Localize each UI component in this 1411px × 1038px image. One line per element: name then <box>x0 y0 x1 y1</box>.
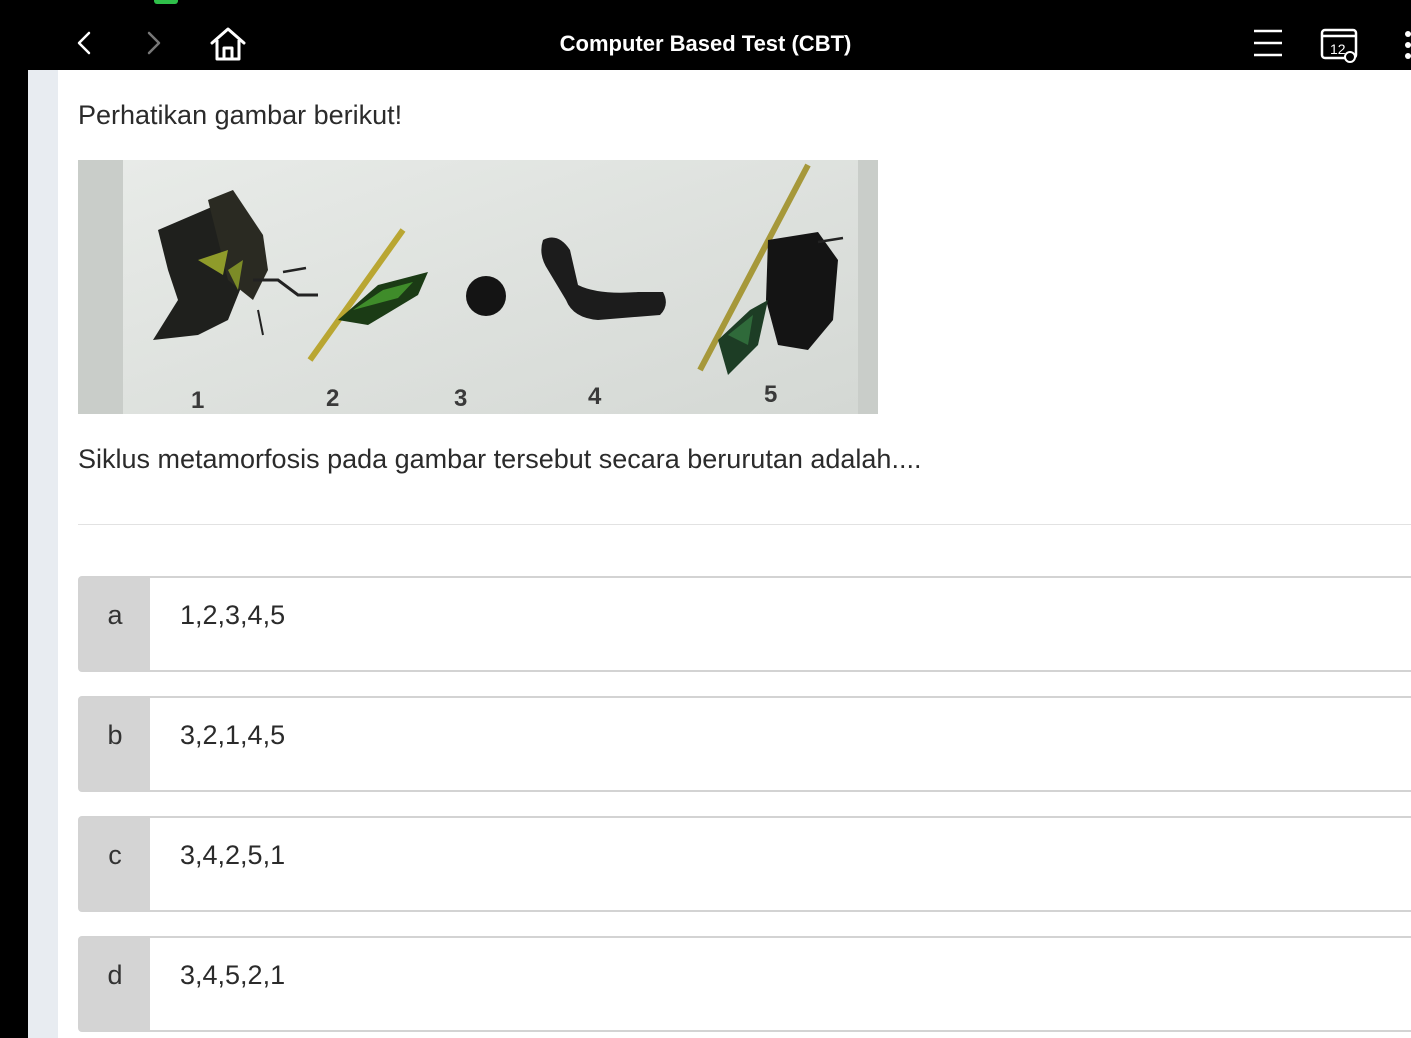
more-vertical-icon <box>1405 31 1411 59</box>
option-text: 3,4,2,5,1 <box>180 840 286 870</box>
option-text: 1,2,3,4,5 <box>180 600 286 630</box>
calendar-icon: 12 <box>1320 28 1358 63</box>
question-intro: Perhatikan gambar berikut! <box>78 100 403 130</box>
metamorphosis-image: 1 2 3 4 5 <box>78 160 878 414</box>
left-edge <box>0 70 28 1038</box>
option-letter: a <box>80 578 150 670</box>
option-b[interactable]: b 3,2,1,4,5 <box>78 696 1411 792</box>
calendar-badge: 12 <box>1330 41 1346 57</box>
question-text: Siklus metamorfosis pada gambar tersebut… <box>78 444 922 474</box>
option-a[interactable]: a 1,2,3,4,5 <box>78 576 1411 672</box>
menu-button[interactable] <box>1248 24 1288 64</box>
egg-figure <box>466 276 506 316</box>
option-text: 3,4,5,2,1 <box>180 960 286 990</box>
option-text: 3,2,1,4,5 <box>180 720 286 750</box>
option-c[interactable]: c 3,4,2,5,1 <box>78 816 1411 912</box>
side-strip <box>28 70 58 1038</box>
top-app-bar: Computer Based Test (CBT) 12 <box>0 0 1411 70</box>
page-title: Computer Based Test (CBT) <box>559 31 852 56</box>
option-d[interactable]: d 3,4,5,2,1 <box>78 936 1411 1032</box>
option-letter: c <box>80 818 150 910</box>
divider <box>78 524 1411 525</box>
menu-icon <box>1254 29 1282 57</box>
figure-label-5: 5 <box>764 381 777 408</box>
figure-label-3: 3 <box>454 385 467 412</box>
question-panel: Perhatikan gambar berikut! 1 2 3 4 5 Sik… <box>58 70 1411 1038</box>
option-letter: b <box>80 698 150 790</box>
option-letter: d <box>80 938 150 1030</box>
more-button[interactable] <box>1398 26 1411 66</box>
figure-label-4: 4 <box>588 383 602 410</box>
status-indicator <box>154 0 178 4</box>
figure-label-2: 2 <box>326 385 339 412</box>
figure-label-1: 1 <box>191 387 204 414</box>
calendar-button[interactable]: 12 <box>1318 24 1364 64</box>
